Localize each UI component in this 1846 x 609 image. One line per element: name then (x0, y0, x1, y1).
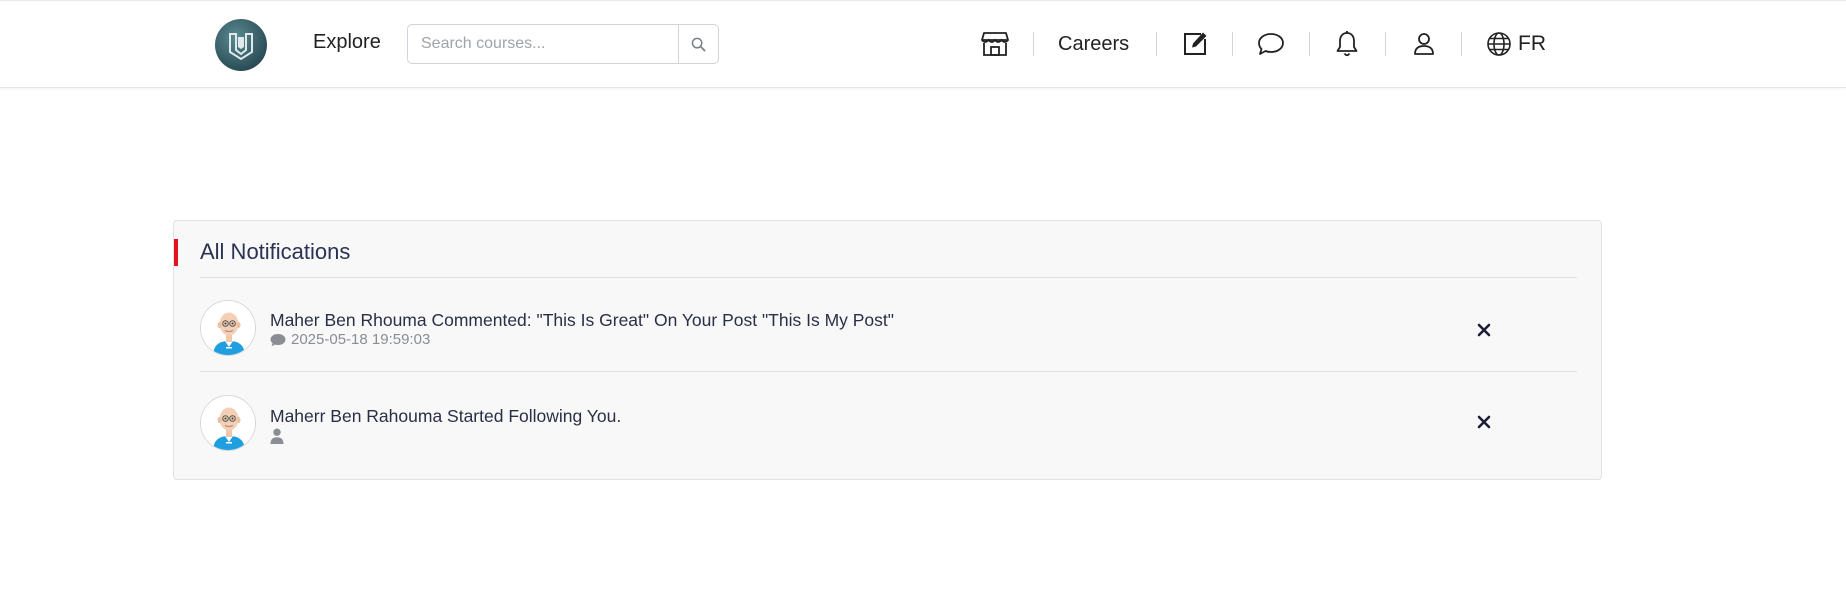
language-label: FR (1518, 32, 1546, 55)
store-button[interactable] (980, 26, 1010, 62)
dismiss-button[interactable] (1474, 412, 1494, 432)
search-bar (407, 24, 719, 64)
close-icon (1477, 415, 1491, 429)
title-accent-bar (174, 239, 178, 266)
avatar[interactable] (200, 300, 256, 356)
user-icon (1414, 33, 1434, 55)
notification-meta (270, 428, 289, 444)
create-post-button[interactable] (1182, 26, 1208, 62)
nav-divider (1309, 32, 1310, 56)
top-navbar: Explore Careers (0, 0, 1846, 88)
language-switcher[interactable]: FR (1486, 26, 1546, 62)
bell-icon (1336, 31, 1358, 57)
panel-title: All Notifications (200, 239, 351, 264)
profile-button[interactable] (1412, 26, 1436, 62)
edit-icon (1184, 32, 1207, 55)
nav-divider (1033, 32, 1034, 56)
globe-icon (1487, 32, 1511, 56)
store-icon (981, 32, 1009, 56)
comment-icon (270, 333, 286, 346)
notification-text[interactable]: Maherr Ben Rahouma Started Following You… (270, 406, 621, 427)
careers-link[interactable]: Careers (1058, 26, 1129, 62)
nav-divider (1461, 32, 1462, 56)
search-input[interactable] (408, 25, 678, 63)
avatar[interactable] (200, 395, 256, 451)
brand-logo-icon[interactable] (215, 19, 267, 71)
notifications-button[interactable] (1335, 26, 1359, 62)
notification-text[interactable]: Maher Ben Rhouma Commented: "This Is Gre… (270, 310, 894, 331)
nav-divider (1385, 32, 1386, 56)
dismiss-button[interactable] (1474, 320, 1494, 340)
messages-button[interactable] (1257, 26, 1285, 62)
search-icon (691, 37, 706, 51)
notification-item[interactable]: Maher Ben Rhouma Commented: "This Is Gre… (200, 278, 1577, 372)
explore-link[interactable]: Explore (313, 31, 381, 54)
nav-divider (1156, 32, 1157, 56)
close-icon (1477, 323, 1491, 337)
chat-icon (1258, 33, 1284, 55)
search-button[interactable] (678, 25, 718, 63)
notification-item[interactable]: Maherr Ben Rahouma Started Following You… (200, 373, 1577, 467)
notification-meta: 2025-05-18 19:59:03 (270, 331, 430, 348)
nav-divider (1232, 32, 1233, 56)
user-icon (270, 428, 284, 444)
notification-timestamp: 2025-05-18 19:59:03 (291, 331, 431, 348)
notifications-panel: All Notifications Maher Ben Rhouma Comme… (173, 220, 1602, 480)
